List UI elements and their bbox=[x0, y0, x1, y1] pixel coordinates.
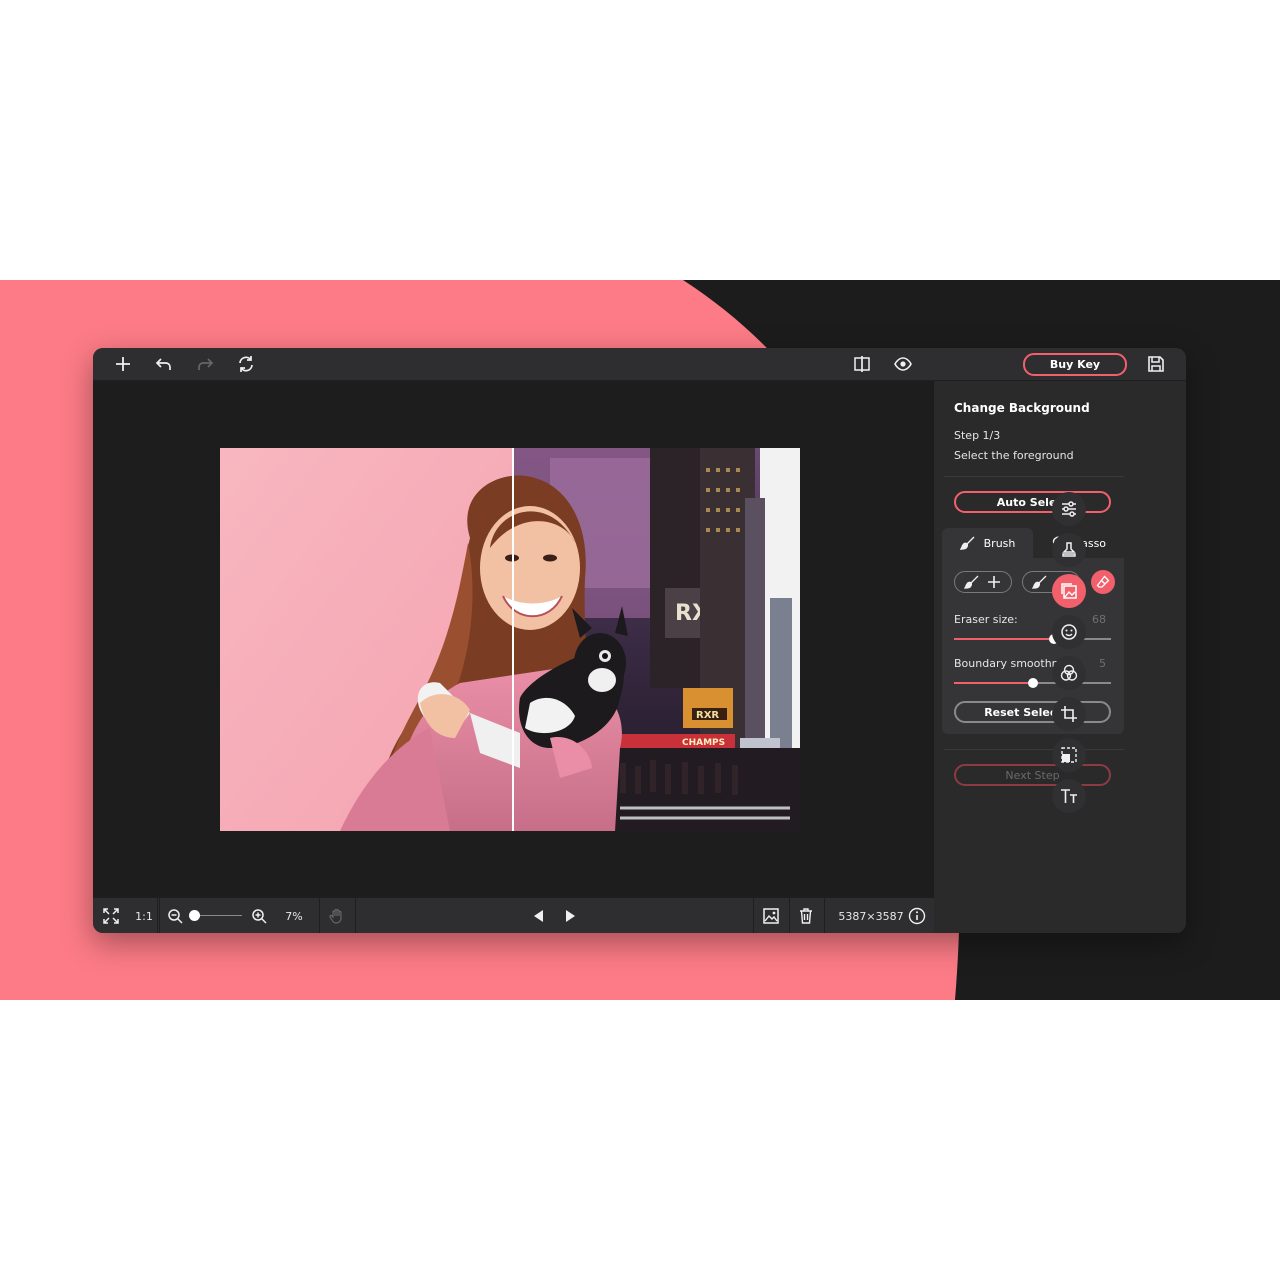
undo-button[interactable] bbox=[152, 352, 176, 376]
panel-step: Step 1/3 bbox=[954, 429, 1001, 442]
billboard-rxr-small: RXR bbox=[696, 710, 719, 721]
image-icon bbox=[763, 908, 779, 924]
brush-icon bbox=[959, 536, 975, 550]
reset-selection-button[interactable]: Reset Selection bbox=[954, 701, 1111, 723]
add-icon bbox=[116, 357, 130, 371]
compare-icon bbox=[854, 356, 870, 372]
zoom-out-icon bbox=[168, 909, 183, 924]
brush-icon bbox=[1032, 575, 1047, 589]
rail-change-background-button[interactable] bbox=[1052, 574, 1086, 608]
actual-size-button[interactable]: 1:1 bbox=[131, 904, 157, 928]
fullscreen-icon bbox=[103, 908, 119, 924]
zoom-in-icon bbox=[252, 909, 267, 924]
triangle-right-icon bbox=[566, 910, 575, 922]
zoom-out-button[interactable] bbox=[165, 904, 185, 928]
previous-button[interactable] bbox=[529, 904, 549, 928]
triangle-left-icon bbox=[534, 910, 543, 922]
resize-icon bbox=[1061, 747, 1077, 763]
compare-button[interactable] bbox=[850, 352, 874, 376]
info-button[interactable] bbox=[907, 904, 927, 928]
zoom-in-button[interactable] bbox=[249, 904, 269, 928]
crop-icon bbox=[1061, 706, 1077, 722]
image-button[interactable] bbox=[761, 904, 781, 928]
preview-button[interactable] bbox=[891, 352, 915, 376]
buy-key-button[interactable]: Buy Key bbox=[1023, 353, 1127, 376]
rail-color-filter-button[interactable] bbox=[1052, 656, 1086, 690]
tab-brush[interactable]: Brush bbox=[942, 528, 1033, 558]
brush-add-button[interactable] bbox=[954, 571, 1012, 593]
next-step-button[interactable]: Next Step bbox=[954, 764, 1111, 786]
photo-image: RXR RXR CHAMPS bbox=[220, 448, 800, 831]
save-icon bbox=[1148, 356, 1164, 372]
rail-adjust-button[interactable] bbox=[1052, 492, 1086, 526]
panel-description: Select the foreground bbox=[954, 449, 1074, 462]
text-icon bbox=[1061, 789, 1077, 803]
rail-crop-button[interactable] bbox=[1052, 697, 1086, 731]
hand-tool-button[interactable] bbox=[327, 904, 347, 928]
zoom-level: 7% bbox=[285, 909, 303, 923]
fit-screen-button[interactable] bbox=[100, 904, 122, 928]
change-background-icon bbox=[1061, 583, 1077, 599]
boundary-smoothness-slider[interactable] bbox=[954, 678, 1111, 688]
top-toolbar: Buy Key bbox=[93, 348, 1186, 381]
stamp-icon bbox=[1062, 542, 1076, 557]
image-dimensions: 5387×3587 bbox=[838, 909, 904, 923]
auto-select-button[interactable]: Auto Select bbox=[954, 491, 1111, 513]
zoom-slider[interactable] bbox=[189, 910, 242, 921]
panel-divider bbox=[944, 476, 1124, 477]
trash-icon bbox=[800, 908, 812, 924]
image-canvas[interactable]: RXR RXR CHAMPS bbox=[93, 381, 934, 897]
boundary-smoothness-value: 5 bbox=[1099, 657, 1106, 670]
eraser-size-label: Eraser size: bbox=[954, 613, 1018, 626]
editor-window: Buy Key RXR CHAMPS 1:1 7% 5387×3587 Chan… bbox=[93, 348, 1186, 933]
rail-text-button[interactable] bbox=[1052, 779, 1086, 813]
tab-brush-label: Brush bbox=[983, 536, 1016, 550]
sync-button[interactable] bbox=[234, 352, 258, 376]
undo-icon bbox=[155, 358, 171, 370]
boundary-smoothness-knob[interactable] bbox=[1027, 678, 1038, 688]
eye-icon bbox=[894, 357, 912, 371]
face-icon bbox=[1061, 624, 1077, 640]
brush-icon bbox=[964, 575, 979, 589]
eraser-icon bbox=[1096, 575, 1110, 588]
color-filter-icon bbox=[1060, 664, 1078, 681]
hand-icon bbox=[329, 908, 342, 924]
adjust-icon bbox=[1062, 501, 1076, 517]
billboard-champs: CHAMPS bbox=[682, 738, 725, 748]
zoom-slider-knob[interactable] bbox=[189, 910, 200, 921]
redo-icon bbox=[198, 358, 214, 370]
plus-icon bbox=[988, 576, 1000, 588]
panel-title: Change Background bbox=[954, 401, 1090, 415]
brush-tools: Eraser size: 68 Boundary smoothness 5 Re… bbox=[942, 558, 1124, 734]
save-button[interactable] bbox=[1144, 352, 1168, 376]
panel-divider bbox=[944, 749, 1124, 750]
info-icon bbox=[908, 907, 926, 925]
sync-icon bbox=[239, 356, 253, 372]
selection-tabs: Brush Lasso bbox=[942, 528, 1124, 558]
redo-button[interactable] bbox=[193, 352, 217, 376]
eraser-size-value: 68 bbox=[1092, 613, 1106, 626]
eraser-button[interactable] bbox=[1091, 570, 1115, 594]
eraser-size-slider[interactable] bbox=[954, 634, 1111, 644]
bottom-toolbar: 1:1 7% 5387×3587 bbox=[93, 897, 934, 933]
rail-stamp-button[interactable] bbox=[1052, 533, 1086, 567]
next-button[interactable] bbox=[560, 904, 580, 928]
rail-resize-button[interactable] bbox=[1052, 738, 1086, 772]
photo-preview: RXR RXR CHAMPS bbox=[220, 448, 800, 831]
add-button[interactable] bbox=[111, 352, 135, 376]
delete-button[interactable] bbox=[796, 904, 816, 928]
rail-face-button[interactable] bbox=[1052, 615, 1086, 649]
